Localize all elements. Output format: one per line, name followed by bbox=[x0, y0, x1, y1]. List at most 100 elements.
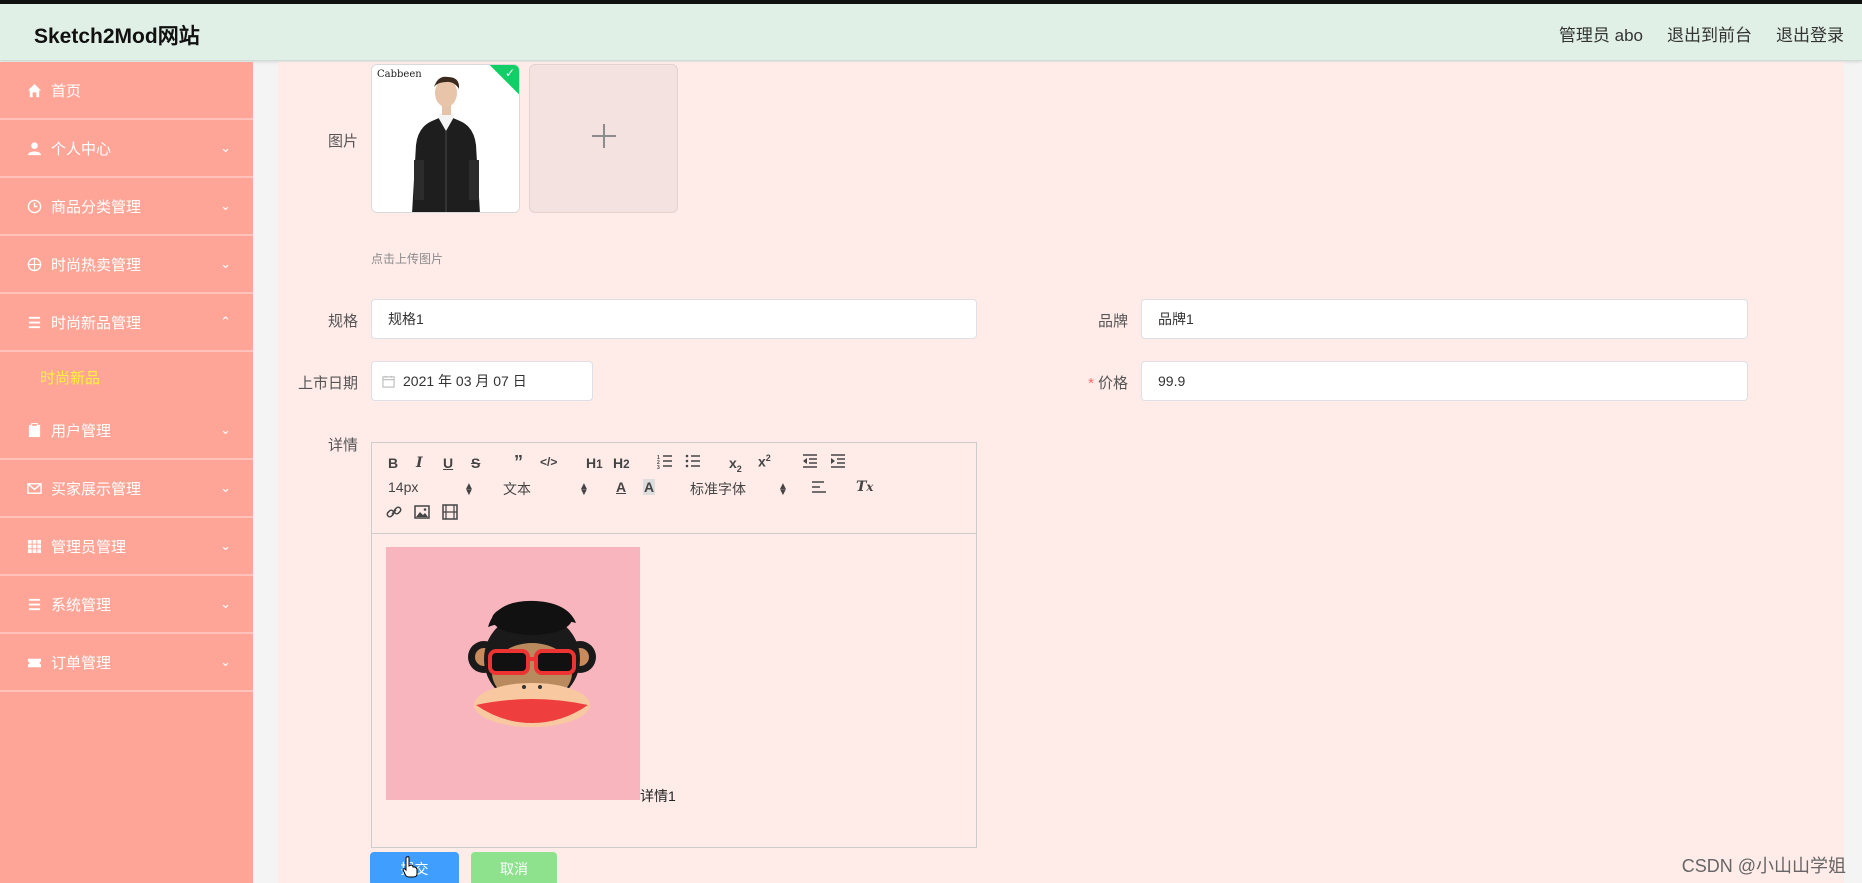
image-icon[interactable] bbox=[414, 504, 430, 523]
sidebar-item-home[interactable]: 首页 bbox=[0, 62, 253, 120]
sidebar-item-label: 时尚热卖管理 bbox=[51, 256, 142, 274]
sidebar-item-label: 系统管理 bbox=[51, 596, 112, 614]
price-label: * 价格 bbox=[1070, 372, 1128, 393]
jacket-photo bbox=[372, 65, 519, 212]
upload-tip: 点击上传图片 bbox=[371, 252, 444, 266]
sidebar-item-personal[interactable]: 个人中心 ⌄ bbox=[0, 120, 253, 178]
brand-input[interactable]: 品牌1 bbox=[1141, 299, 1748, 339]
cancel-button[interactable]: 取消 bbox=[471, 852, 557, 883]
sidebar-item-label: 商品分类管理 bbox=[51, 198, 142, 216]
release-date-picker[interactable]: 2021 年 03 月 07 日 bbox=[371, 361, 593, 401]
check-icon: ✓ bbox=[504, 66, 515, 80]
sidebar-subitem-new-products[interactable]: 时尚新品 bbox=[0, 352, 253, 402]
date-label: 上市日期 bbox=[297, 375, 358, 392]
clear-format-icon[interactable]: Tx bbox=[856, 479, 873, 495]
chevron-down-icon: ⌄ bbox=[220, 480, 231, 495]
background-color-icon[interactable]: A bbox=[643, 479, 656, 495]
hand-cursor-icon bbox=[402, 856, 418, 878]
superscript-icon[interactable]: x2 bbox=[758, 453, 771, 470]
sidebar-item-new[interactable]: 时尚新品管理 ⌃ bbox=[0, 294, 253, 352]
thumbnail-brand-text: Cabbeen bbox=[377, 69, 422, 80]
indent-icon[interactable] bbox=[830, 453, 846, 472]
price-label-text: 价格 bbox=[1097, 375, 1128, 392]
editor-content-image bbox=[386, 547, 640, 800]
brand-label: 品牌 bbox=[1097, 313, 1128, 330]
outdent-icon[interactable] bbox=[802, 453, 818, 472]
sidebar-item-admins[interactable]: 管理员管理 ⌄ bbox=[0, 518, 253, 576]
subscript-icon[interactable]: x2 bbox=[729, 455, 742, 474]
plus-icon bbox=[591, 123, 617, 154]
chevron-down-icon: ⌄ bbox=[220, 198, 231, 213]
upload-add-button[interactable] bbox=[529, 64, 678, 213]
chevron-down-icon: ⌄ bbox=[220, 422, 231, 437]
bullet-list-icon[interactable] bbox=[685, 453, 701, 472]
date-value: 2021 年 03 月 07 日 bbox=[403, 373, 527, 389]
bold-icon[interactable]: B bbox=[388, 455, 398, 471]
top-header: Sketch2Mod网站 管理员 abo 退出到前台 退出登录 bbox=[0, 4, 1862, 61]
price-input[interactable]: 99.9 bbox=[1141, 361, 1748, 401]
italic-icon[interactable]: I bbox=[416, 455, 423, 471]
sidebar-item-orders[interactable]: 订单管理 ⌄ bbox=[0, 634, 253, 692]
video-icon[interactable] bbox=[442, 504, 458, 523]
sidebar-item-hot[interactable]: 时尚热卖管理 ⌄ bbox=[0, 236, 253, 294]
blockquote-icon[interactable]: ” bbox=[514, 452, 523, 473]
header1-icon[interactable]: H1 bbox=[586, 455, 603, 471]
chevron-down-icon: ⌄ bbox=[220, 256, 231, 271]
underline-icon[interactable]: U bbox=[443, 455, 453, 471]
strikethrough-icon[interactable]: S bbox=[471, 455, 480, 471]
ticket-icon bbox=[25, 653, 43, 671]
chevron-down-icon: ⌄ bbox=[220, 140, 231, 155]
sidebar-item-category[interactable]: 商品分类管理 ⌄ bbox=[0, 178, 253, 236]
spec-input[interactable]: 规格1 bbox=[371, 299, 977, 339]
chevron-down-icon: ⌄ bbox=[220, 538, 231, 553]
select-arrows-icon: ▼ bbox=[778, 487, 788, 498]
sidebar-item-label: 管理员管理 bbox=[51, 538, 127, 556]
clipboard-icon bbox=[25, 421, 43, 439]
font-color-icon[interactable]: A bbox=[616, 479, 626, 495]
user-icon bbox=[25, 139, 43, 157]
mail-icon bbox=[25, 479, 43, 497]
select-arrows-icon: ▼ bbox=[464, 487, 474, 498]
header2-icon[interactable]: H2 bbox=[613, 455, 630, 471]
sidebar-item-label: 个人中心 bbox=[51, 140, 112, 158]
list-icon bbox=[25, 313, 43, 331]
code-icon[interactable]: </> bbox=[540, 455, 557, 469]
list-icon bbox=[25, 595, 43, 613]
clock-icon bbox=[25, 197, 43, 215]
sidebar-item-label: 订单管理 bbox=[51, 654, 112, 672]
back-to-front-link[interactable]: 退出到前台 bbox=[1667, 21, 1752, 46]
site-brand: Sketch2Mod网站 bbox=[34, 25, 200, 48]
svg-text:3: 3 bbox=[657, 465, 660, 469]
font-family-select[interactable]: 标准字体 ▲ ▼ bbox=[690, 479, 790, 499]
required-marker: * bbox=[1088, 375, 1094, 392]
header-format-value: 文本 bbox=[503, 481, 531, 497]
admin-user-label[interactable]: 管理员 abo bbox=[1559, 21, 1643, 46]
sidebar-item-label: 时尚新品管理 bbox=[51, 314, 142, 332]
chevron-down-icon: ⌄ bbox=[220, 596, 231, 611]
rich-text-editor[interactable]: B I U S ” </> H1 H2 123 x2 x2 14px ▲ ▼ 文… bbox=[371, 442, 977, 848]
header-actions: 管理员 abo 退出到前台 退出登录 bbox=[1559, 21, 1844, 46]
align-left-icon[interactable] bbox=[811, 479, 827, 498]
csdn-watermark: CSDN @小山山学姐 bbox=[1681, 856, 1846, 876]
header-format-select[interactable]: 文本 ▲ ▼ bbox=[503, 479, 593, 499]
select-arrows-icon: ▼ bbox=[579, 487, 589, 498]
monkey-illustration bbox=[386, 547, 640, 800]
uploaded-image-thumbnail[interactable]: Cabbeen ✓ bbox=[371, 64, 520, 213]
editor-toolbar: B I U S ” </> H1 H2 123 x2 x2 14px ▲ ▼ 文… bbox=[372, 443, 976, 534]
calendar-icon bbox=[382, 375, 395, 388]
sidebar-item-label: 用户管理 bbox=[51, 422, 112, 440]
sidebar-item-buyer-show[interactable]: 买家展示管理 ⌄ bbox=[0, 460, 253, 518]
sidebar-item-label: 首页 bbox=[51, 82, 82, 100]
image-label: 图片 bbox=[327, 133, 358, 150]
sidebar-item-users[interactable]: 用户管理 ⌄ bbox=[0, 402, 253, 460]
link-icon[interactable] bbox=[386, 504, 402, 523]
font-size-select[interactable]: 14px ▲ ▼ bbox=[388, 479, 478, 498]
ordered-list-icon[interactable]: 123 bbox=[657, 453, 673, 472]
sidebar-item-system[interactable]: 系统管理 ⌄ bbox=[0, 576, 253, 634]
chevron-up-icon: ⌃ bbox=[220, 314, 231, 329]
logout-link[interactable]: 退出登录 bbox=[1776, 21, 1844, 46]
target-icon bbox=[25, 255, 43, 273]
grid-icon bbox=[25, 537, 43, 555]
font-family-value: 标准字体 bbox=[690, 481, 746, 497]
detail-label: 详情 bbox=[327, 437, 358, 454]
